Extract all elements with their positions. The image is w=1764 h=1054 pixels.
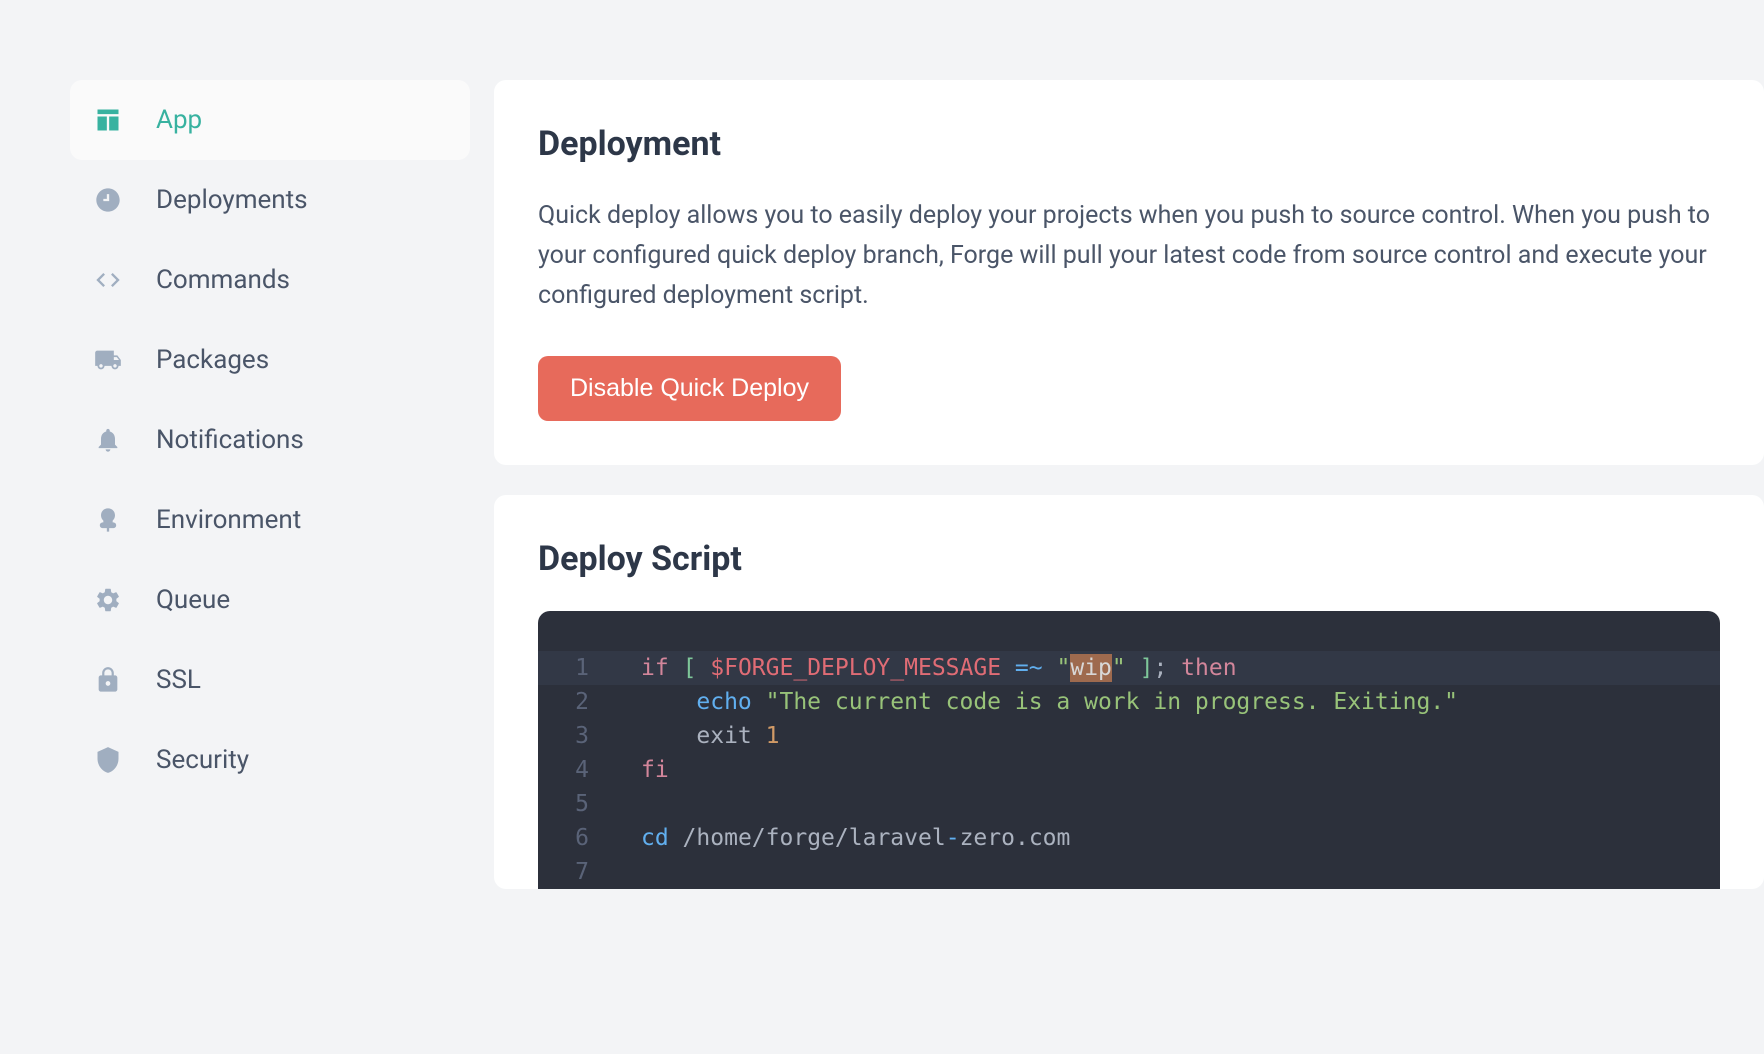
code-icon (92, 264, 124, 296)
deploy-script-title: Deploy Script (538, 539, 1720, 579)
line-number: 1 (538, 651, 613, 685)
deployment-card: Deployment Quick deploy allows you to ea… (494, 80, 1764, 465)
tree-icon (92, 504, 124, 536)
lock-icon (92, 664, 124, 696)
line-number: 2 (538, 685, 613, 719)
code-content[interactable]: if [ $FORGE_DEPLOY_MESSAGE =~ "wip" ]; t… (613, 651, 1720, 685)
sidebar-item-security[interactable]: Security (70, 720, 470, 800)
clock-icon (92, 184, 124, 216)
sidebar-item-packages[interactable]: Packages (70, 320, 470, 400)
sidebar-item-label: Security (156, 745, 249, 775)
line-number: 7 (538, 855, 613, 889)
line-number: 6 (538, 821, 613, 855)
gear-icon (92, 584, 124, 616)
sidebar-item-environment[interactable]: Environment (70, 480, 470, 560)
code-content[interactable]: cd /home/forge/laravel-zero.com (613, 821, 1720, 855)
sidebar-item-label: Packages (156, 345, 269, 375)
code-content[interactable]: exit 1 (613, 719, 1720, 753)
deployment-title: Deployment (538, 124, 1720, 164)
code-line[interactable]: 3 exit 1 (538, 719, 1720, 753)
deployment-description: Quick deploy allows you to easily deploy… (538, 196, 1720, 316)
sidebar-item-label: App (156, 105, 202, 135)
code-line[interactable]: 2 echo "The current code is a work in pr… (538, 685, 1720, 719)
disable-quick-deploy-button[interactable]: Disable Quick Deploy (538, 356, 841, 421)
sidebar-item-commands[interactable]: Commands (70, 240, 470, 320)
sidebar-item-label: Deployments (156, 185, 308, 215)
sidebar-item-label: SSL (156, 665, 201, 695)
code-content[interactable]: echo "The current code is a work in prog… (613, 685, 1720, 719)
code-line[interactable]: 7 (538, 855, 1720, 889)
app-icon (92, 104, 124, 136)
code-line[interactable]: 6cd /home/forge/laravel-zero.com (538, 821, 1720, 855)
line-number: 4 (538, 753, 613, 787)
sidebar: App Deployments Commands Packages Notifi (70, 80, 470, 889)
code-editor[interactable]: 1if [ $FORGE_DEPLOY_MESSAGE =~ "wip" ]; … (538, 611, 1720, 889)
truck-icon (92, 344, 124, 376)
sidebar-item-label: Environment (156, 505, 301, 535)
line-number: 5 (538, 787, 613, 821)
code-content[interactable] (613, 787, 1720, 821)
sidebar-item-label: Notifications (156, 425, 304, 455)
code-line[interactable]: 5 (538, 787, 1720, 821)
sidebar-item-ssl[interactable]: SSL (70, 640, 470, 720)
line-number: 3 (538, 719, 613, 753)
sidebar-item-queue[interactable]: Queue (70, 560, 470, 640)
sidebar-item-label: Queue (156, 585, 230, 615)
bell-icon (92, 424, 124, 456)
code-line[interactable]: 4fi (538, 753, 1720, 787)
main-content: Deployment Quick deploy allows you to ea… (494, 80, 1764, 889)
sidebar-item-deployments[interactable]: Deployments (70, 160, 470, 240)
sidebar-item-app[interactable]: App (70, 80, 470, 160)
code-line[interactable]: 1if [ $FORGE_DEPLOY_MESSAGE =~ "wip" ]; … (538, 651, 1720, 685)
sidebar-item-label: Commands (156, 265, 290, 295)
deploy-script-card: Deploy Script 1if [ $FORGE_DEPLOY_MESSAG… (494, 495, 1764, 889)
code-content[interactable] (613, 855, 1720, 889)
sidebar-item-notifications[interactable]: Notifications (70, 400, 470, 480)
shield-icon (92, 744, 124, 776)
code-content[interactable]: fi (613, 753, 1720, 787)
